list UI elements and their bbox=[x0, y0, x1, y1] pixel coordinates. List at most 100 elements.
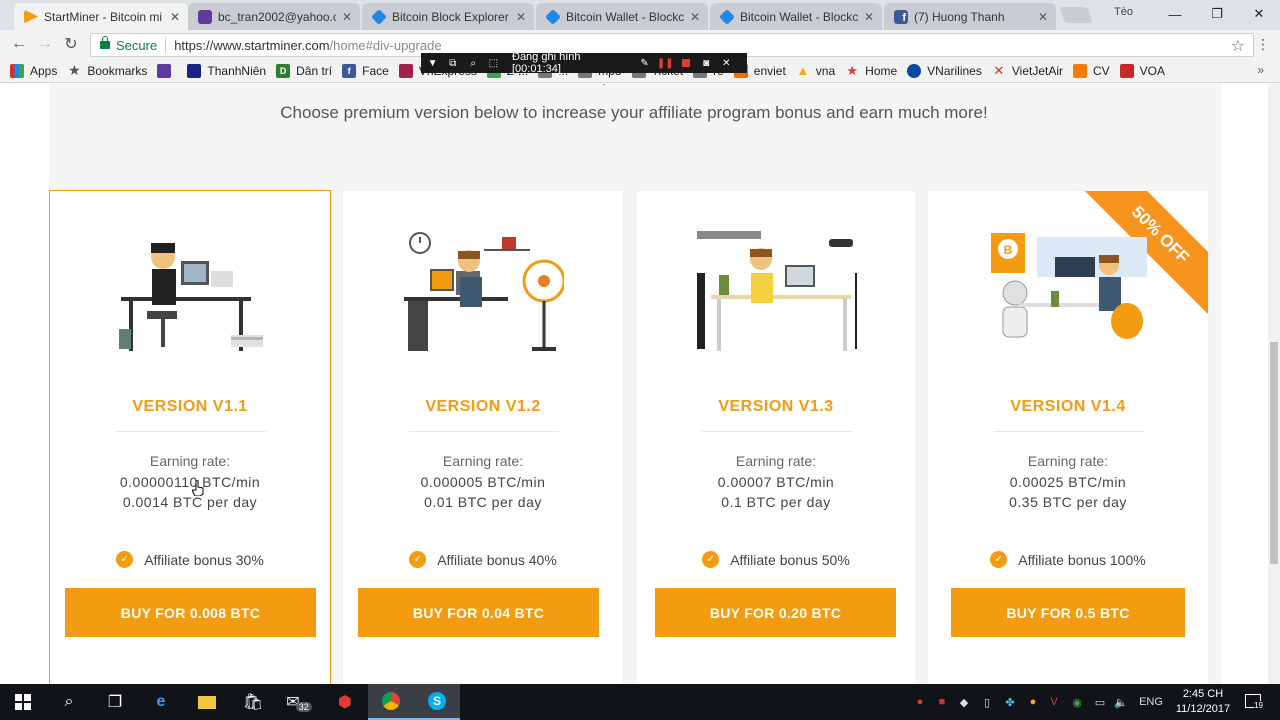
edge-icon[interactable]: e bbox=[138, 684, 184, 720]
file-explorer-icon[interactable] bbox=[184, 684, 230, 720]
plan-card-v1-2: VERSION V1.2 Earning rate: 0.000005 BTC/… bbox=[342, 190, 624, 684]
language-indicator[interactable]: ENG bbox=[1138, 694, 1164, 710]
mail-badge: 32 bbox=[295, 702, 312, 712]
bookmark-bookmarks[interactable]: ★ Bookmarks bbox=[67, 62, 147, 78]
tab-startminer[interactable]: StartMiner - Bitcoin mi ✕ bbox=[14, 3, 188, 30]
tab-label: bc_tran2002@yahoo.co bbox=[218, 9, 336, 24]
url-host: https://www.startminer.com bbox=[174, 37, 330, 53]
search-icon[interactable]: ⌕ bbox=[46, 684, 92, 720]
bookmark-star-icon[interactable]: ☆ bbox=[1231, 36, 1245, 56]
close-icon[interactable]: ✕ bbox=[1038, 10, 1048, 24]
zoom-icon[interactable]: ⌕ bbox=[468, 57, 479, 69]
earning-rate-label: Earning rate: bbox=[149, 453, 231, 469]
divider bbox=[165, 37, 167, 53]
earning-per-day: 0.1 BTC per day bbox=[721, 494, 831, 510]
bookmark-dantri[interactable]: D Dân trí bbox=[276, 63, 332, 78]
more-bookmarks-icon[interactable]: » bbox=[1257, 63, 1264, 77]
bookmark-apps[interactable]: Apps bbox=[10, 63, 57, 78]
close-icon[interactable]: ✕ bbox=[342, 10, 352, 24]
tab-wallet-1[interactable]: Bitcoin Wallet - Blockch ✕ bbox=[536, 3, 708, 30]
bookmark-vietjet[interactable]: ✕ VietJetAir bbox=[992, 63, 1063, 78]
scrollbar-thumb[interactable] bbox=[1270, 342, 1278, 564]
buy-button[interactable]: BUY FOR 0.5 BTC bbox=[951, 588, 1185, 637]
bookmark-face[interactable]: f Face bbox=[342, 63, 389, 78]
reload-button[interactable]: ↻ bbox=[60, 33, 82, 55]
divider bbox=[994, 431, 1144, 432]
bookmark-vnairlines[interactable]: VNarilines bbox=[907, 63, 982, 78]
volume-icon[interactable]: 🔈 bbox=[1114, 694, 1128, 710]
new-tab-button[interactable] bbox=[1059, 7, 1093, 23]
mail-icon bbox=[157, 63, 172, 78]
plan-version: VERSION V1.3 bbox=[718, 398, 834, 415]
pen-icon[interactable]: ✎ bbox=[639, 57, 650, 69]
bookmark-vna[interactable]: ▲ vna bbox=[796, 63, 835, 78]
forward-button[interactable]: → bbox=[34, 33, 56, 55]
url-path: /home#div-upgrade bbox=[329, 37, 442, 53]
restore-button[interactable]: ❐ bbox=[1196, 0, 1238, 28]
blockchain-icon bbox=[719, 8, 735, 25]
close-icon[interactable]: ✕ bbox=[516, 10, 526, 24]
heading-fragment bbox=[603, 84, 605, 86]
earning-per-day: 0.0014 BTC per day bbox=[122, 494, 258, 510]
back-button[interactable]: ← bbox=[8, 33, 30, 55]
camera-icon[interactable]: ◙ bbox=[700, 57, 711, 69]
tab-wallet-2[interactable]: Bitcoin Wallet - Blockch ✕ bbox=[710, 3, 882, 30]
tab-yahoo-mail[interactable]: bc_tran2002@yahoo.co ✕ bbox=[188, 3, 360, 30]
web-page: Choose premium version below to increase… bbox=[0, 84, 1268, 684]
earning-per-day: 0.35 BTC per day bbox=[1009, 494, 1127, 510]
close-icon[interactable]: ✕ bbox=[690, 10, 700, 24]
close-icon[interactable]: ✕ bbox=[170, 10, 180, 24]
tray-icon[interactable]: ■ bbox=[935, 694, 949, 710]
tray-icon[interactable]: ✤ bbox=[1003, 694, 1017, 710]
notification-center-icon[interactable]: 19 bbox=[1245, 694, 1263, 710]
tab-block-explorer[interactable]: Bitcoin Block Explorer ✕ bbox=[362, 3, 534, 30]
close-icon[interactable]: ✕ bbox=[864, 10, 874, 24]
vna-icon: ▲ bbox=[796, 63, 810, 78]
tray-icon[interactable]: V bbox=[1047, 694, 1061, 710]
dropdown-icon[interactable]: ▼ bbox=[427, 57, 438, 69]
buy-button[interactable]: BUY FOR 0.20 BTC bbox=[655, 588, 896, 637]
url-text[interactable]: https://www.startminer.com/home#div-upgr… bbox=[174, 38, 441, 53]
task-view-icon[interactable]: ❐ bbox=[92, 684, 138, 720]
skype-icon[interactable]: S bbox=[414, 684, 460, 720]
tray-icon[interactable]: ▯ bbox=[980, 694, 994, 710]
network-icon[interactable]: ▭ bbox=[1093, 694, 1107, 710]
user-badge[interactable]: Tèo bbox=[1114, 6, 1133, 18]
earning-rate-per-min: 0.00025 BTC/min bbox=[1009, 474, 1127, 490]
check-icon: ✓ bbox=[409, 551, 427, 568]
tray-icon[interactable]: ● bbox=[1026, 694, 1040, 710]
window-icon[interactable]: ⧉ bbox=[447, 57, 458, 69]
pause-icon[interactable]: ❚❚ bbox=[657, 57, 674, 69]
stop-icon[interactable] bbox=[680, 57, 691, 69]
chrome-icon[interactable] bbox=[368, 684, 414, 720]
region-icon[interactable]: ⬚ bbox=[488, 57, 499, 69]
close-icon[interactable]: ✕ bbox=[721, 57, 732, 69]
app-icon[interactable]: ⬢ bbox=[322, 684, 368, 720]
tray-icon[interactable]: ◆ bbox=[957, 694, 971, 710]
store-icon[interactable]: 🛍 bbox=[230, 684, 276, 720]
bookmark-label: Face bbox=[362, 63, 389, 78]
minimize-button[interactable]: — bbox=[1154, 0, 1196, 28]
tray-icon[interactable]: ◉ bbox=[1070, 694, 1084, 710]
bookmark-home[interactable]: ★ Home bbox=[845, 63, 897, 78]
buy-button[interactable]: BUY FOR 0.008 BTC bbox=[65, 588, 316, 637]
bookmark-mail[interactable] bbox=[157, 63, 177, 78]
browser-menu-icon[interactable]: ⋮ bbox=[1256, 36, 1270, 53]
plan-card-v1-1: VERSION V1.1 Earning rate: 0.00000110 BT… bbox=[49, 190, 331, 684]
plan-version: VERSION V1.2 bbox=[425, 398, 541, 415]
facebook-icon: f bbox=[894, 9, 908, 24]
bonus-text: Affiliate bonus 50% bbox=[730, 551, 850, 568]
buy-button[interactable]: BUY FOR 0.04 BTC bbox=[358, 588, 599, 637]
system-clock[interactable]: 2:45 CH 11/12/2017 bbox=[1170, 687, 1236, 717]
tab-facebook[interactable]: f (7) Huong Thanh ✕ bbox=[884, 3, 1056, 30]
bookmark-cv[interactable]: CV bbox=[1073, 63, 1110, 78]
page-scrollbar[interactable] bbox=[1268, 84, 1280, 684]
mail-icon[interactable]: ✉ 32 bbox=[276, 684, 322, 720]
windows-start-icon[interactable] bbox=[0, 684, 46, 720]
earning-rate-label: Earning rate: bbox=[735, 453, 817, 469]
tray-icon[interactable]: ● bbox=[913, 694, 927, 710]
miner-illustration bbox=[404, 232, 564, 351]
bookmark-voa[interactable]: VOA bbox=[1119, 63, 1165, 78]
window-close-button[interactable]: ✕ bbox=[1238, 0, 1280, 28]
bookmark-thanhnien[interactable]: ThanhNiên bbox=[187, 63, 266, 78]
